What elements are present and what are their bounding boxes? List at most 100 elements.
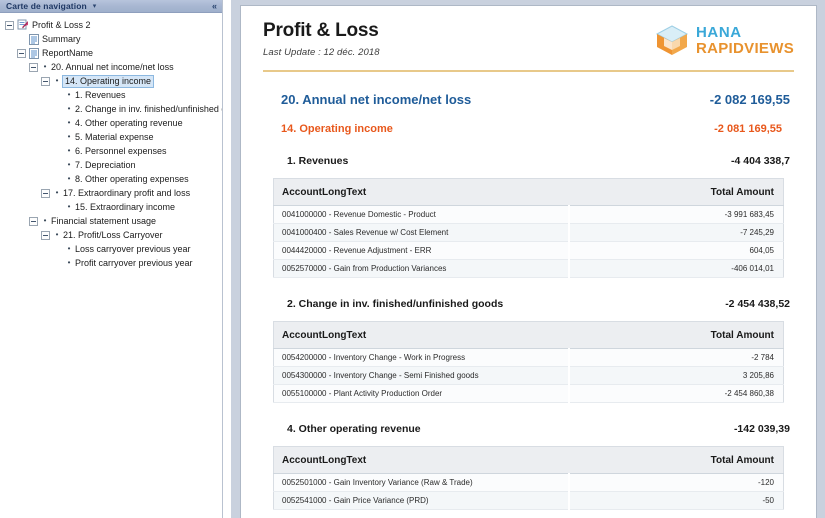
tree-item-label: Profit & Loss 2 [32,20,91,30]
column-header-amount[interactable]: Total Amount [569,178,784,206]
report-page: Profit & Loss Last Update : 12 déc. 2018 [240,5,817,518]
cell-account-long-text: 0041000400 - Sales Revenue w/ Cost Eleme… [273,223,570,242]
table-row[interactable]: 0044420000 - Revenue Adjustment - ERR 604… [273,241,784,260]
navigation-panel-title: Carte de navigation [6,1,87,11]
tree-toggle-spacer [53,203,62,212]
tree-item[interactable]: • Financial statement usage [0,214,222,228]
table-row[interactable]: 0052541000 - Gain Price Variance (PRD) -5… [273,491,784,510]
tree-collapse-toggle[interactable] [5,20,14,30]
tree-item[interactable]: • 15. Extraordinary income [0,200,222,214]
tree-toggle-spacer [53,119,62,128]
page-icon [29,47,39,59]
tree-collapse-toggle[interactable] [41,188,50,198]
tree-item[interactable]: Profit & Loss 2 [0,18,222,32]
tree-toggle-spacer [53,175,62,184]
cell-account-long-text: 0054200000 - Inventory Change - Work in … [273,348,570,367]
navigation-map-panel: Carte de navigation ▾ « Profit & Loss 2 S… [0,0,223,518]
report-section: 14. Operating income -2 081 169,55 [263,123,794,135]
tree-item-label: 15. Extraordinary income [75,202,176,212]
tree-item-label: 1. Revenues [75,90,126,100]
tree-item[interactable]: • 4. Other operating revenue [0,116,222,130]
navigation-tree[interactable]: Profit & Loss 2 Summary ReportName • 20. Ann… [0,14,222,518]
tree-toggle-spacer [53,245,62,254]
tree-collapse-toggle[interactable] [41,76,50,86]
tree-item-label: 20. Annual net income/net loss [51,62,174,72]
tree-item[interactable]: • 5. Material expense [0,130,222,144]
table-row[interactable]: 0054200000 - Inventory Change - Work in … [273,348,784,367]
table-row[interactable]: 0054300000 - Inventory Change - Semi Fin… [273,366,784,385]
application-window: Carte de navigation ▾ « Profit & Loss 2 S… [0,0,825,518]
bullet-icon: • [67,104,71,113]
tree-item-label: 8. Other operating expenses [75,174,189,184]
cell-total-amount: -406 014,01 [568,259,784,278]
header-divider [263,70,794,72]
bullet-icon: • [67,202,71,211]
table-row[interactable]: 0041000400 - Sales Revenue w/ Cost Eleme… [273,223,784,242]
tree-item[interactable]: • 6. Personnel expenses [0,144,222,158]
tree-toggle-spacer [53,91,62,100]
table-row[interactable]: 0055100000 - Plant Activity Production O… [273,384,784,403]
report-viewer-backdrop: Profit & Loss Last Update : 12 déc. 2018 [231,0,825,518]
tree-item[interactable]: • 1. Revenues [0,88,222,102]
section-total-value: -2 081 169,55 [714,123,782,135]
chevron-double-left-icon[interactable]: « [212,1,217,12]
tree-collapse-toggle[interactable] [29,216,38,226]
tree-item[interactable]: • 14. Operating income [0,74,222,88]
account-table: AccountLongText Total Amount 0052501000 - … [273,446,784,510]
section-label: 20. Annual net income/net loss [281,92,472,107]
brand-name-hana: HANA [695,23,742,41]
section-header: 2. Change in inv. finished/unfinished go… [263,298,794,310]
report-section: 20. Annual net income/net loss -2 082 169… [263,92,794,107]
cell-total-amount: -2 784 [568,348,784,367]
cell-account-long-text: 0052570000 - Gain from Production Varian… [273,259,570,278]
tree-item[interactable]: Summary [0,32,222,46]
cell-total-amount: -50 [568,491,784,510]
bullet-icon: • [67,146,71,155]
bullet-icon: • [55,188,59,197]
caret-down-icon[interactable]: ▾ [93,3,97,10]
tree-item[interactable]: • 20. Annual net income/net loss [0,60,222,74]
tree-item-label: 5. Material expense [75,132,154,142]
column-header-amount[interactable]: Total Amount [569,446,784,474]
cell-total-amount: -2 454 860,38 [568,384,784,403]
cell-total-amount: 3 205,86 [568,366,784,385]
table-row[interactable]: 0052501000 - Gain Inventory Variance (Ra… [273,473,784,492]
account-table: AccountLongText Total Amount 0054200000 - … [273,321,784,403]
tree-toggle-spacer [17,35,26,44]
hana-rapidviews-cube-icon [653,22,691,58]
tree-item[interactable]: • Loss carryover previous year [0,242,222,256]
tree-item-label: 7. Depreciation [75,160,136,170]
tree-item[interactable]: • 7. Depreciation [0,158,222,172]
table-row[interactable]: 0041000000 - Revenue Domestic - Product -… [273,205,784,224]
tree-item[interactable]: • 8. Other operating expenses [0,172,222,186]
tree-item[interactable]: • 2. Change in inv. finished/unfinished g… [0,102,222,116]
tree-item[interactable]: • Profit carryover previous year [0,256,222,270]
tree-item[interactable]: • 21. Profit/Loss Carryover [0,228,222,242]
cell-account-long-text: 0052541000 - Gain Price Variance (PRD) [273,491,570,510]
last-update-text: Last Update : 12 déc. 2018 [263,47,380,58]
tree-collapse-toggle[interactable] [29,62,38,72]
report-title-block: Profit & Loss Last Update : 12 déc. 2018 [263,20,380,58]
bullet-icon: • [55,76,59,85]
tree-toggle-spacer [53,259,62,268]
column-header-amount[interactable]: Total Amount [569,321,784,349]
report-root-icon [17,19,29,31]
column-header-account[interactable]: AccountLongText [273,446,570,474]
bullet-icon: • [67,244,71,253]
section-label: 1. Revenues [287,155,349,167]
tree-item[interactable]: • 17. Extraordinary profit and loss [0,186,222,200]
bullet-icon: • [43,216,47,225]
bullet-icon: • [67,132,71,141]
section-label: 14. Operating income [281,123,393,135]
table-row[interactable]: 0052570000 - Gain from Production Varian… [273,259,784,278]
tree-toggle-spacer [53,147,62,156]
column-header-account[interactable]: AccountLongText [273,178,570,206]
cell-account-long-text: 0041000000 - Revenue Domestic - Product [273,205,570,224]
tree-collapse-toggle[interactable] [41,230,50,240]
tree-item-label: Loss carryover previous year [75,244,191,254]
cell-total-amount: -120 [568,473,784,492]
tree-item[interactable]: ReportName [0,46,222,60]
column-header-account[interactable]: AccountLongText [273,321,570,349]
tree-item-label: ReportName [42,48,94,58]
tree-collapse-toggle[interactable] [17,48,26,58]
